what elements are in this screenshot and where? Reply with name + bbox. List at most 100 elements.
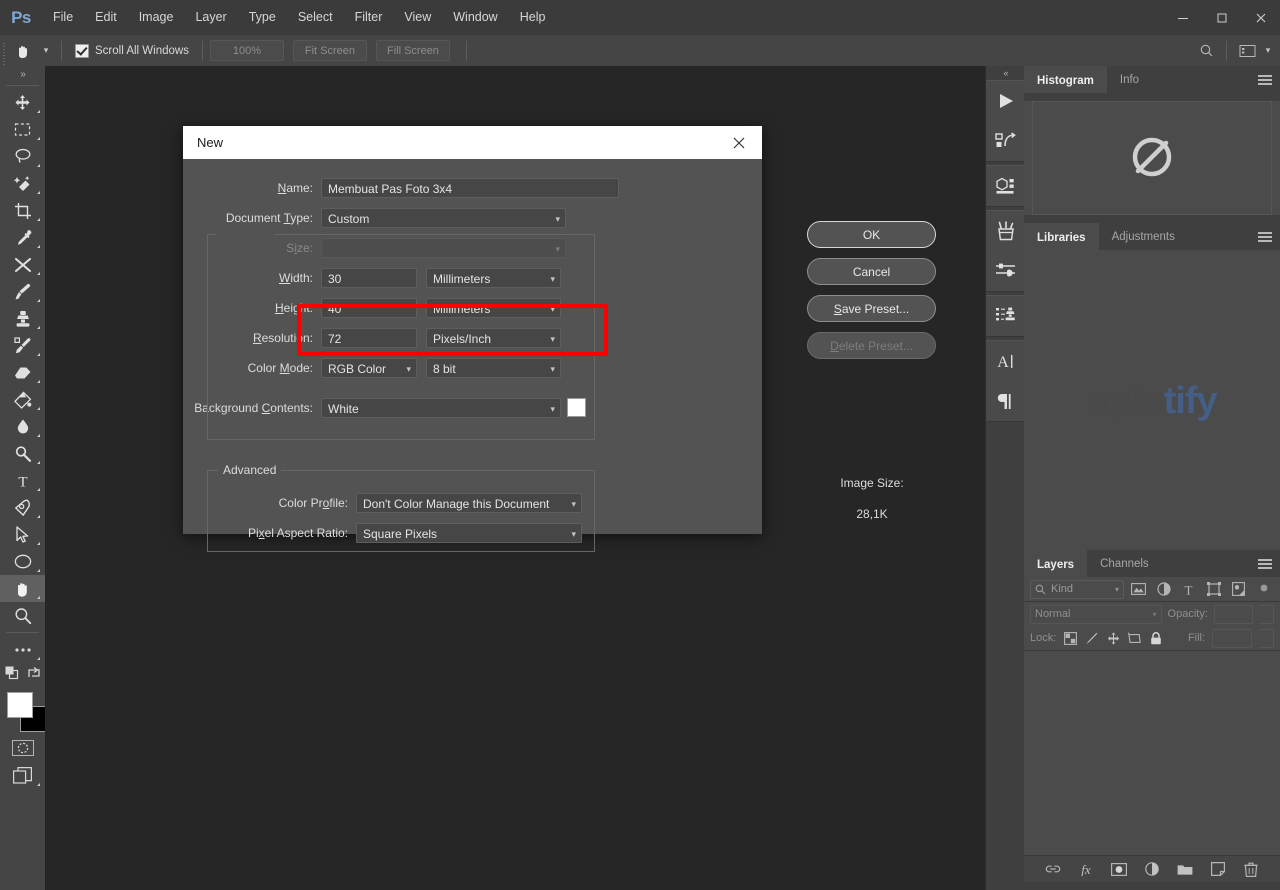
tab-libraries[interactable]: Libraries	[1024, 223, 1099, 250]
tab-info[interactable]: Info	[1106, 66, 1153, 93]
fill-scrubber[interactable]	[1258, 628, 1274, 648]
menu-filter[interactable]: Filter	[344, 0, 394, 35]
eyedropper-tool[interactable]	[0, 224, 45, 251]
lock-position-icon[interactable]	[1106, 630, 1120, 646]
menu-file[interactable]: File	[42, 0, 84, 35]
new-adjustment-layer-icon[interactable]	[1144, 861, 1160, 877]
close-icon[interactable]	[1241, 0, 1280, 35]
clone-source-icon[interactable]	[986, 296, 1025, 336]
menu-image[interactable]: Image	[128, 0, 185, 35]
eraser-tool[interactable]	[0, 359, 45, 386]
foreground-color-swatch[interactable]	[7, 692, 33, 718]
quick-mask-icon[interactable]	[0, 735, 45, 761]
scroll-all-windows-checkbox[interactable]: Scroll All Windows	[69, 43, 195, 58]
rectangular-marquee-tool[interactable]	[0, 116, 45, 143]
gradient-tool[interactable]	[0, 386, 45, 413]
resolution-unit-select[interactable]: Pixels/Inch ▾	[426, 327, 561, 348]
character-panel-icon[interactable]: A	[986, 341, 1025, 381]
paragraph-panel-icon[interactable]	[986, 381, 1025, 421]
layer-filter-kind-select[interactable]: Kind ▾	[1030, 579, 1124, 599]
background-color-swatch[interactable]	[567, 398, 586, 417]
lock-all-icon[interactable]	[1149, 630, 1163, 646]
lock-artboard-icon[interactable]	[1127, 630, 1141, 646]
adjustment-layer-filter-icon[interactable]	[1153, 579, 1174, 599]
filter-toggle-icon[interactable]	[1253, 579, 1274, 599]
cancel-button[interactable]: Cancel	[807, 258, 936, 285]
tab-layers[interactable]: Layers	[1024, 550, 1088, 577]
step-action-icon[interactable]	[986, 121, 1025, 161]
quick-selection-tool[interactable]	[0, 170, 45, 197]
maximize-icon[interactable]	[1202, 0, 1241, 35]
tab-adjustments[interactable]: Adjustments	[1098, 223, 1188, 250]
document-type-select[interactable]: Custom ▾	[321, 207, 566, 228]
path-selection-tool[interactable]	[0, 521, 45, 548]
crop-tool[interactable]	[0, 197, 45, 224]
ellipse-tool[interactable]	[0, 548, 45, 575]
dodge-tool[interactable]	[0, 440, 45, 467]
default-colors-icon[interactable]	[5, 666, 19, 683]
menu-window[interactable]: Window	[442, 0, 508, 35]
close-icon[interactable]	[724, 126, 754, 159]
menu-help[interactable]: Help	[509, 0, 557, 35]
opacity-scrubber[interactable]	[1258, 604, 1274, 624]
brush-settings-icon[interactable]	[986, 251, 1025, 291]
type-tool[interactable]: T	[0, 467, 45, 494]
fill-input[interactable]	[1212, 628, 1252, 648]
histogram-panel-menu-icon[interactable]	[1258, 66, 1272, 93]
pen-tool[interactable]	[0, 494, 45, 521]
color-mode-select[interactable]: RGB Color ▾	[321, 357, 417, 378]
resolution-input[interactable]: 72	[321, 327, 417, 348]
workspace-chevron-down-icon[interactable]: ▾	[1260, 35, 1276, 66]
link-layers-icon[interactable]	[1045, 861, 1061, 877]
new-group-icon[interactable]	[1177, 861, 1193, 877]
zoom-100-button[interactable]: 100%	[209, 40, 284, 61]
workspace-icon[interactable]	[1234, 35, 1260, 66]
hand-tool[interactable]	[0, 575, 45, 602]
pixel-layer-filter-icon[interactable]	[1128, 579, 1149, 599]
blur-tool[interactable]	[0, 413, 45, 440]
fit-screen-button[interactable]: Fit Screen	[292, 40, 367, 61]
hand-tool-icon[interactable]	[8, 35, 38, 66]
type-layer-filter-icon[interactable]: T	[1178, 579, 1199, 599]
lock-transparent-pixels-icon[interactable]	[1063, 630, 1077, 646]
tool-preset-chevron-down-icon[interactable]: ▾	[38, 35, 54, 66]
height-input[interactable]: 40	[321, 297, 417, 318]
3d-panel-icon[interactable]	[986, 166, 1025, 206]
brush-presets-icon[interactable]	[986, 211, 1025, 251]
swap-colors-icon[interactable]	[27, 666, 41, 683]
brush-tool[interactable]	[0, 278, 45, 305]
opacity-input[interactable]	[1213, 604, 1253, 624]
menu-view[interactable]: View	[393, 0, 442, 35]
shape-layer-filter-icon[interactable]	[1203, 579, 1224, 599]
history-brush-tool[interactable]	[0, 332, 45, 359]
width-input[interactable]: 30	[321, 267, 417, 288]
lasso-tool[interactable]	[0, 143, 45, 170]
smart-object-filter-icon[interactable]	[1228, 579, 1249, 599]
healing-brush-tool[interactable]	[0, 251, 45, 278]
tab-histogram[interactable]: Histogram	[1024, 66, 1107, 93]
width-unit-select[interactable]: Millimeters ▾	[426, 267, 561, 288]
clone-stamp-tool[interactable]	[0, 305, 45, 332]
pixel-aspect-ratio-select[interactable]: Square Pixels ▾	[356, 522, 582, 543]
color-profile-select[interactable]: Don't Color Manage this Document ▾	[356, 492, 582, 513]
libraries-panel-menu-icon[interactable]	[1258, 223, 1272, 250]
minimize-icon[interactable]	[1163, 0, 1202, 35]
save-preset-button[interactable]: Save Preset...	[807, 295, 936, 322]
rail-collapse-icon[interactable]: «	[986, 66, 1025, 80]
screen-mode-icon[interactable]	[0, 761, 45, 789]
layer-mask-icon[interactable]	[1111, 861, 1127, 877]
zoom-tool[interactable]	[0, 602, 45, 629]
new-layer-icon[interactable]	[1210, 861, 1226, 877]
fill-screen-button[interactable]: Fill Screen	[375, 40, 450, 61]
toolbar-expand-icon[interactable]: »	[0, 66, 45, 82]
height-unit-select[interactable]: Millimeters ▾	[426, 297, 561, 318]
menu-layer[interactable]: Layer	[184, 0, 237, 35]
tab-channels[interactable]: Channels	[1087, 550, 1162, 577]
menu-edit[interactable]: Edit	[84, 0, 128, 35]
move-tool[interactable]	[0, 89, 45, 116]
search-icon[interactable]	[1193, 35, 1219, 66]
background-contents-select[interactable]: White ▾	[321, 397, 561, 418]
layer-style-fx-icon[interactable]: fx	[1078, 861, 1094, 877]
edit-toolbar-tool[interactable]	[0, 636, 45, 663]
delete-layer-icon[interactable]	[1243, 861, 1259, 877]
